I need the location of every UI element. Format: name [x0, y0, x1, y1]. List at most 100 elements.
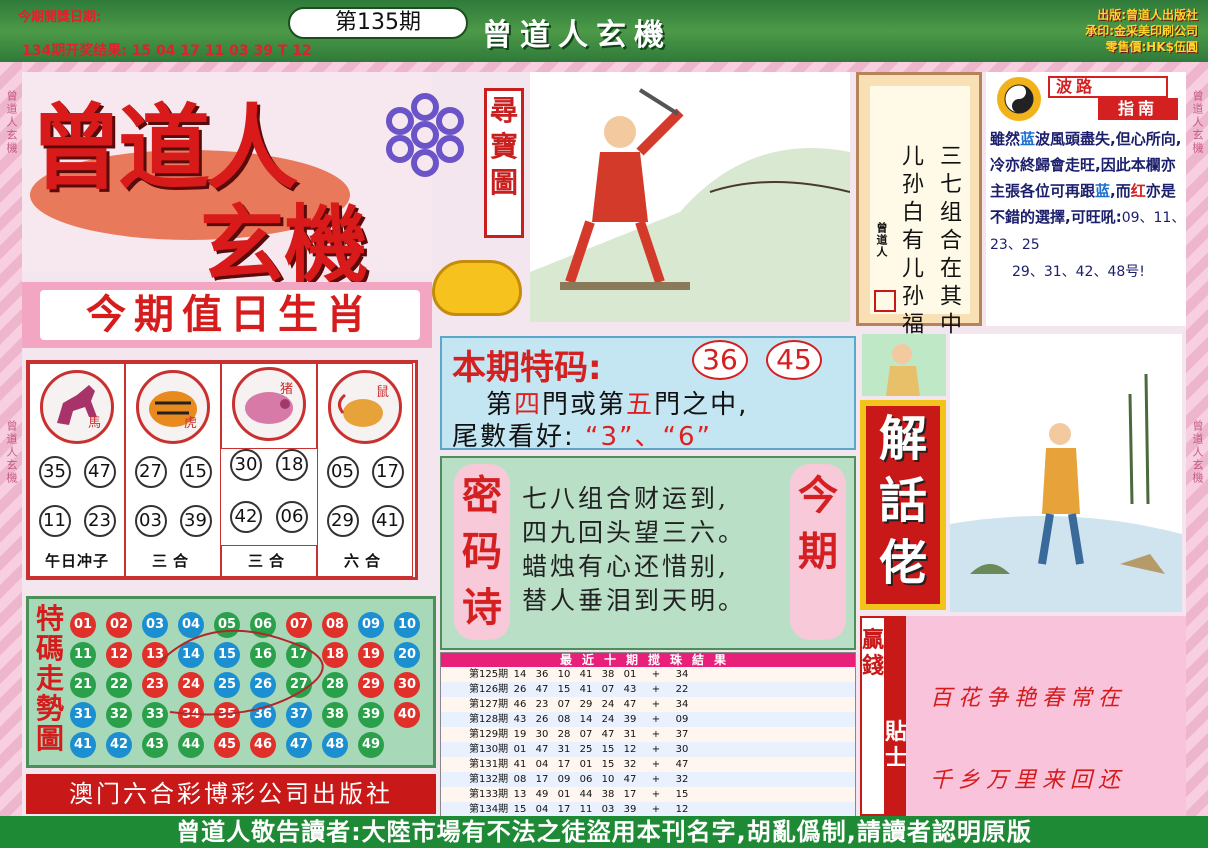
result-special: 22	[675, 684, 689, 695]
scholar-illustration	[862, 334, 946, 396]
result-number: 10	[557, 669, 571, 680]
result-number: 41	[513, 759, 527, 770]
result-number: 43	[513, 714, 527, 725]
result-number: 30	[535, 729, 549, 740]
trend-ball: 49	[358, 732, 384, 758]
horse-icon: 馬	[40, 370, 114, 444]
border-text-left: 曾道人玄機	[5, 90, 18, 155]
open-date-label: 今期開獎日期:	[18, 10, 102, 25]
result-number: 32	[623, 759, 637, 770]
result-number: 04	[535, 759, 549, 770]
result-number: 47	[535, 744, 549, 755]
win-tag-2: 貼士	[885, 720, 908, 771]
result-number: 26	[535, 714, 549, 725]
zodiac-cell-horse: 馬 35 47 11 23 午日冲子	[29, 363, 125, 577]
martial-artist-illustration	[530, 72, 850, 322]
result-plus: +	[651, 744, 661, 755]
printer-line: 承印:金采美印刷公司	[1085, 24, 1198, 38]
zodiac-cell-pig-footer: 三合	[221, 545, 317, 577]
wave-title: 波路 指南	[1048, 76, 1178, 120]
result-special: 30	[675, 744, 689, 755]
zodiac-grid: 馬 35 47 11 23 午日冲子 虎 27 15 03 39 三合 猪 30…	[26, 360, 418, 580]
result-special: 12	[675, 804, 689, 815]
trend-ball: 43	[142, 732, 168, 758]
issue-number: 第135期	[288, 7, 468, 39]
table-row: 第130期 01 47 31 25 15 12 +30	[441, 742, 855, 757]
result-number: 08	[513, 774, 527, 785]
zodiac-number: 27	[134, 456, 167, 488]
result-number: 47	[535, 684, 549, 695]
result-period: 第130期	[469, 744, 509, 755]
trend-ball: 01	[70, 612, 96, 638]
zodiac-number: 11	[38, 505, 71, 537]
result-number: 17	[557, 804, 571, 815]
result-plus: +	[651, 669, 661, 680]
result-number: 49	[535, 789, 549, 800]
result-special: 34	[675, 669, 689, 680]
table-row: 第134期 15 04 17 11 03 39 +12	[441, 802, 855, 817]
zodiac-footer: 三合	[151, 552, 194, 570]
zodiac-number: 17	[371, 456, 404, 488]
result-plus: +	[651, 699, 661, 710]
verse-column-right: 三七组合在其中	[936, 144, 961, 340]
zodiac-number: 39	[179, 505, 212, 537]
tail-hint: 尾數看好: “3”、“6”	[452, 416, 712, 453]
seal-stamp	[874, 290, 896, 312]
result-number: 31	[623, 729, 637, 740]
zodiac-number: 03	[134, 505, 167, 537]
zodiac-number: 23	[83, 505, 116, 537]
table-row: 第128期 43 26 08 14 24 39 +09	[441, 712, 855, 727]
result-number: 47	[623, 774, 637, 785]
result-number: 39	[623, 714, 637, 725]
trend-ball: 21	[70, 672, 96, 698]
trend-ball: 45	[214, 732, 240, 758]
wave-text-part: 雖然	[990, 130, 1021, 148]
trend-ball: 20	[394, 642, 420, 668]
zodiac-footer: 三合	[247, 552, 290, 570]
tiger-icon: 虎	[136, 370, 210, 444]
result-period: 第129期	[469, 729, 509, 740]
result-number: 23	[535, 699, 549, 710]
zodiac-number: 35	[38, 456, 71, 488]
wave-title-bottom: 指南	[1098, 98, 1178, 120]
result-number: 38	[601, 669, 615, 680]
result-number: 07	[579, 729, 593, 740]
zodiac-title: 今期值日生肖	[40, 290, 420, 340]
border-text-left-2: 曾道人玄機	[5, 420, 18, 485]
special-number: 45	[766, 340, 822, 380]
result-special: 34	[675, 699, 689, 710]
zodiac-label: 馬	[87, 416, 101, 431]
result-number: 15	[601, 759, 615, 770]
result-number: 13	[513, 789, 527, 800]
result-number: 39	[623, 804, 637, 815]
treasure-map-label: 尋寶圖	[484, 88, 524, 238]
table-row: 第125期 14 36 10 41 38 01 +34	[441, 667, 855, 682]
zodiac-cell-tiger: 虎 27 15 03 39 三合	[125, 363, 221, 577]
special-number: 36	[692, 340, 748, 380]
result-number: 17	[623, 789, 637, 800]
result-number: 14	[579, 714, 593, 725]
zodiac-footer: 午日冲子	[44, 552, 109, 570]
trend-ball: 48	[322, 732, 348, 758]
result-special: 47	[675, 759, 689, 770]
result-number: 12	[623, 744, 637, 755]
result-number: 36	[535, 669, 549, 680]
result-period: 第125期	[469, 669, 509, 680]
tail-hint-label: 尾數看好:	[452, 422, 575, 452]
result-number: 04	[535, 804, 549, 815]
result-plus: +	[651, 759, 661, 770]
trend-label: 特碼走勢圖	[35, 602, 64, 755]
results-title: 最近十期搅珠結果	[441, 653, 855, 667]
trend-ball: 47	[286, 732, 312, 758]
result-number: 24	[601, 699, 615, 710]
trend-ball: 10	[394, 612, 420, 638]
win-tag-1: 贏錢	[862, 628, 885, 679]
result-number: 01	[513, 744, 527, 755]
trend-ball: 41	[70, 732, 96, 758]
result-number: 10	[601, 774, 615, 785]
zodiac-number: 15	[179, 456, 212, 488]
footer-notice: 曾道人敬告讀者:大陸市場有不法之徒盜用本刊名字,胡亂僞制,請讀者認明原版	[0, 816, 1208, 848]
rat-icon: 鼠	[328, 370, 402, 444]
wave-blue: 蓝	[1020, 130, 1036, 148]
zodiac-number: 41	[371, 505, 404, 537]
